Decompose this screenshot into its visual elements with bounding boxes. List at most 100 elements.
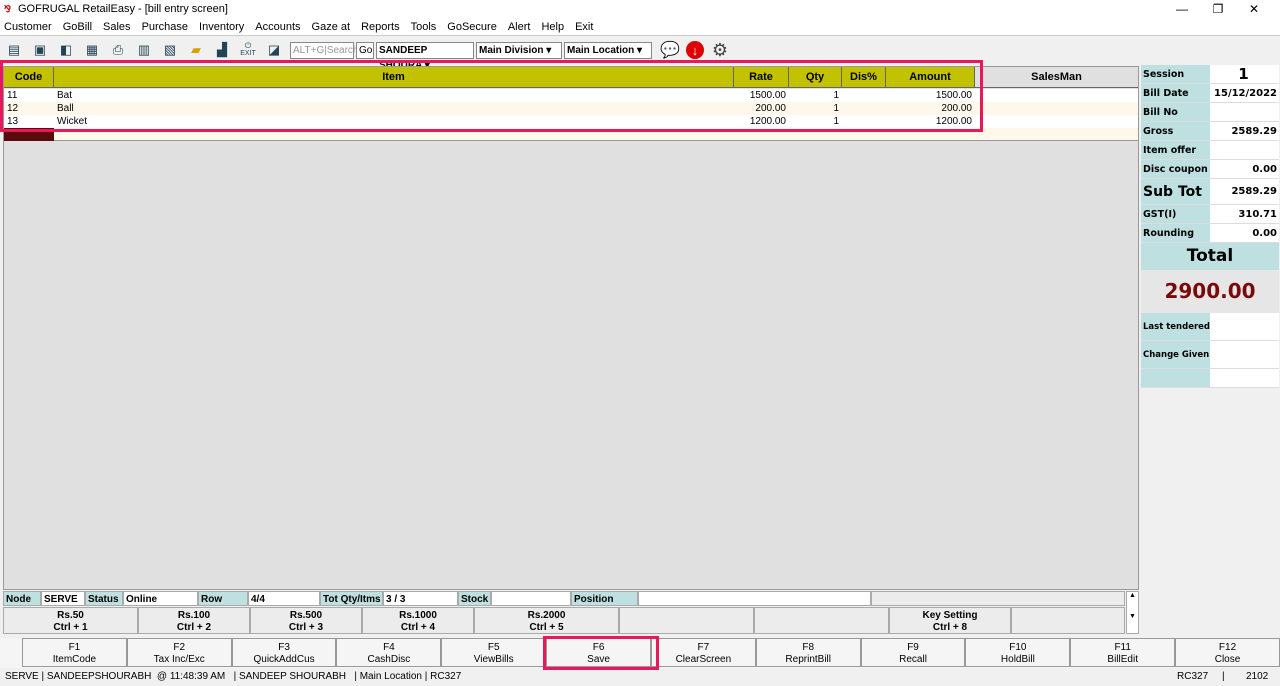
menu-gobill[interactable]: GoBill xyxy=(63,21,92,33)
item-offer-value xyxy=(1210,141,1279,159)
session-label: Session xyxy=(1141,65,1210,83)
col-salesman: SalesMan xyxy=(975,67,1138,88)
status-bar-sep: | xyxy=(1222,671,1225,682)
total-label: Total xyxy=(1141,243,1279,270)
gst-value: 310.71 xyxy=(1210,205,1279,223)
status-bar-info: SERVE | SANDEEPSHOURABH @ 11:48:39 AM | … xyxy=(5,671,462,682)
fkey-label: Recall xyxy=(899,654,927,665)
menu-alert[interactable]: Alert xyxy=(508,21,531,33)
fkey-label: ReprintBill xyxy=(785,654,831,665)
last-tendered-label: Last tendered xyxy=(1141,313,1210,340)
exit-label: EXIT xyxy=(240,50,256,57)
disc-coupon-value: 0.00 xyxy=(1210,160,1279,178)
go-button[interactable]: Go xyxy=(356,41,374,59)
chart-icon[interactable]: ▟ xyxy=(212,41,232,59)
folder-icon[interactable]: ▰ xyxy=(186,41,206,59)
menu-purchase[interactable]: Purchase xyxy=(142,21,188,33)
quick-key-5[interactable]: Rs.2000 Ctrl + 5 xyxy=(474,607,619,634)
gear-icon[interactable]: ⚙ xyxy=(710,40,730,60)
total-value: 2900.00 xyxy=(1141,270,1279,313)
title-bar: ⅋ GOFRUGAL RetailEasy - [bill entry scre… xyxy=(0,0,1280,18)
menu-customer[interactable]: Customer xyxy=(4,21,52,33)
fkey-label: ItemCode xyxy=(52,654,97,665)
fkey-clearscreen-button[interactable]: F7 ClearScreen xyxy=(650,638,756,667)
fkey-tax-inc-exc-button[interactable]: F2 Tax Inc/Exc xyxy=(126,638,232,667)
location-select[interactable]: Main Location ▾ xyxy=(564,41,652,59)
quick-key-label: Key Setting xyxy=(922,610,978,621)
report-icon[interactable]: ▥ xyxy=(134,41,154,59)
totqty-label: Tot Qty/Itms xyxy=(320,591,383,606)
bill-date-label: Bill Date xyxy=(1141,84,1210,102)
bill-icon[interactable]: ▤ xyxy=(4,41,24,59)
quick-key-2[interactable]: Rs.100 Ctrl + 2 xyxy=(138,607,250,634)
quick-key-9[interactable] xyxy=(1011,607,1125,634)
fkey-close-button[interactable]: F12 Close xyxy=(1175,638,1280,667)
menu-gaze-at[interactable]: Gaze at xyxy=(312,21,351,33)
fkey-viewbills-button[interactable]: F5 ViewBills xyxy=(441,638,547,667)
quick-key-1[interactable]: Rs.50 Ctrl + 1 xyxy=(3,607,138,634)
gross-value: 2589.29 xyxy=(1210,122,1279,140)
division-select[interactable]: Main Division ▾ xyxy=(476,41,562,59)
status-row: Node SERVE Status Online Row 4/4 Tot Qty… xyxy=(3,591,1125,606)
menu-reports[interactable]: Reports xyxy=(361,21,400,33)
fkey-key: F3 xyxy=(278,642,290,653)
fkey-billedit-button[interactable]: F11 BillEdit xyxy=(1070,638,1176,667)
fkey-key: F12 xyxy=(1218,642,1237,653)
fkey-key: F5 xyxy=(487,642,500,653)
menu-tools[interactable]: Tools xyxy=(411,21,437,33)
fkey-holdbill-button[interactable]: F10 HoldBill xyxy=(965,638,1071,667)
quick-key-6[interactable] xyxy=(619,607,754,634)
chat-icon[interactable]: 💬 xyxy=(660,41,680,59)
quick-key-8[interactable]: Key Setting Ctrl + 8 xyxy=(889,607,1011,634)
node-label: Node xyxy=(3,591,41,606)
fkey-key: F1 xyxy=(68,642,81,653)
close-button[interactable]: ✕ xyxy=(1236,0,1272,18)
fkey-key: F9 xyxy=(907,642,919,653)
menu-inventory[interactable]: Inventory xyxy=(199,21,244,33)
fkey-key: F7 xyxy=(697,642,710,653)
quick-key-3[interactable]: Rs.500 Ctrl + 3 xyxy=(250,607,362,634)
exit-icon[interactable]: ⏻ EXIT xyxy=(238,41,258,59)
fkey-key: F10 xyxy=(1009,642,1027,653)
menu-accounts[interactable]: Accounts xyxy=(255,21,300,33)
quickkey-scrollbar[interactable]: ▲ ▼ xyxy=(1126,591,1139,634)
fkey-label: ClearScreen xyxy=(675,654,732,665)
fkey-label: Tax Inc/Exc xyxy=(153,654,205,665)
fkey-reprintbill-button[interactable]: F8 ReprintBill xyxy=(755,638,861,667)
fkey-cashdisc-button[interactable]: F4 CashDisc xyxy=(336,638,442,667)
keyboard-icon[interactable]: ▦ xyxy=(82,41,102,59)
fkey-label: Close xyxy=(1214,654,1241,665)
division-select-value: Main Division xyxy=(479,44,544,56)
fkey-label: HoldBill xyxy=(1000,654,1035,665)
download-icon[interactable]: ↓ xyxy=(686,41,704,59)
quick-key-shortcut: Ctrl + 1 xyxy=(53,622,88,633)
graph-icon[interactable]: ◪ xyxy=(264,41,284,59)
cell-salesman xyxy=(975,89,1138,102)
cart-icon[interactable]: ▧ xyxy=(160,41,180,59)
minimize-button[interactable]: — xyxy=(1164,0,1200,18)
maximize-button[interactable]: ❐ xyxy=(1200,0,1236,18)
status-bar-code: 2102 xyxy=(1246,671,1269,682)
menu-sales[interactable]: Sales xyxy=(103,21,131,33)
fkey-itemcode-button[interactable]: F1 ItemCode xyxy=(22,638,127,667)
subtot-label: Sub Tot xyxy=(1141,179,1210,204)
quick-key-shortcut: Ctrl + 2 xyxy=(176,622,212,633)
print-icon[interactable]: ⎙ xyxy=(108,41,128,59)
fkey-quickaddcus-button[interactable]: F3 QuickAddCus xyxy=(231,638,337,667)
last-tendered-value xyxy=(1210,313,1279,340)
fkey-key: F8 xyxy=(802,642,815,653)
totqty-value: 3 / 3 xyxy=(383,591,458,606)
status-label: Status xyxy=(85,591,123,606)
document-icon[interactable]: ▣ xyxy=(30,41,50,59)
location-select-value: Main Location xyxy=(567,44,635,56)
menu-help[interactable]: Help xyxy=(541,21,564,33)
customer-icon[interactable]: ◧ xyxy=(56,41,76,59)
fkey-recall-button[interactable]: F9 Recall xyxy=(860,638,966,667)
quick-key-4[interactable]: Rs.1000 Ctrl + 4 xyxy=(362,607,474,634)
menu-gosecure[interactable]: GoSecure xyxy=(447,21,497,33)
search-input[interactable]: ALT+G|Search xyxy=(290,41,359,59)
quick-key-shortcut: Ctrl + 4 xyxy=(400,622,436,633)
quick-key-7[interactable] xyxy=(754,607,889,634)
user-select[interactable]: SANDEEP SHOURA ▾ xyxy=(376,41,474,71)
menu-exit[interactable]: Exit xyxy=(575,21,593,33)
